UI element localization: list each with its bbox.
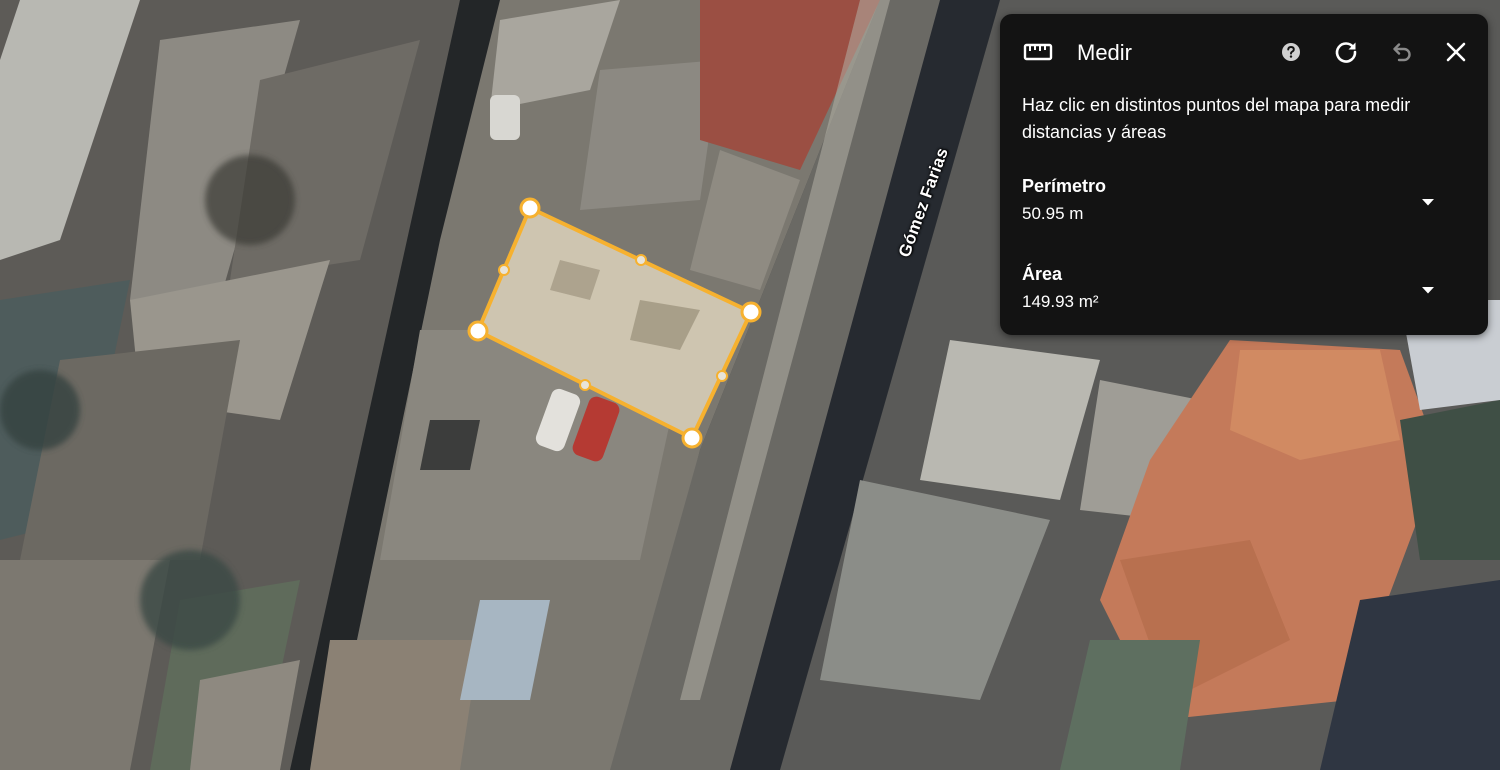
area-fill	[476, 206, 753, 440]
redo-icon	[1335, 42, 1357, 63]
panel-title: Medir	[1077, 40, 1133, 65]
help-icon	[1282, 43, 1300, 61]
measure-panel: Medir Haz clic en distintos puntos del m…	[1000, 14, 1488, 335]
area-label: Área	[1022, 264, 1063, 284]
panel-header: Medir	[1000, 14, 1488, 90]
vertex-handle[interactable]	[681, 427, 703, 449]
vertex-handle[interactable]	[740, 301, 762, 323]
perimeter-label: Perímetro	[1022, 176, 1107, 196]
midpoint-handle[interactable]	[498, 264, 510, 276]
ruler-icon	[1022, 38, 1054, 66]
vertex-handle[interactable]	[519, 197, 541, 219]
reset-button[interactable]	[1330, 36, 1362, 68]
perimeter-unit-dropdown[interactable]	[1412, 188, 1444, 216]
close-icon	[1446, 42, 1466, 62]
perimeter-section: Perímetro 50.95 m	[1022, 176, 1466, 232]
vertex-handle[interactable]	[467, 320, 489, 342]
midpoint-handle[interactable]	[579, 379, 591, 391]
instruction-text: Haz clic en distintos puntos del mapa pa…	[1022, 95, 1411, 142]
midpoint-handle[interactable]	[635, 254, 647, 266]
caret-down-icon	[1422, 287, 1434, 294]
caret-down-icon	[1422, 199, 1434, 206]
perimeter-value: 50.95 m	[1022, 204, 1084, 223]
undo-button[interactable]	[1385, 36, 1417, 68]
area-section: Área 149.93 m²	[1022, 264, 1466, 320]
area-value: 149.93 m²	[1022, 292, 1099, 311]
help-button[interactable]	[1275, 36, 1307, 68]
area-unit-dropdown[interactable]	[1412, 276, 1444, 304]
undo-icon	[1393, 43, 1411, 62]
midpoint-handle[interactable]	[716, 370, 728, 382]
close-button[interactable]	[1440, 36, 1472, 68]
